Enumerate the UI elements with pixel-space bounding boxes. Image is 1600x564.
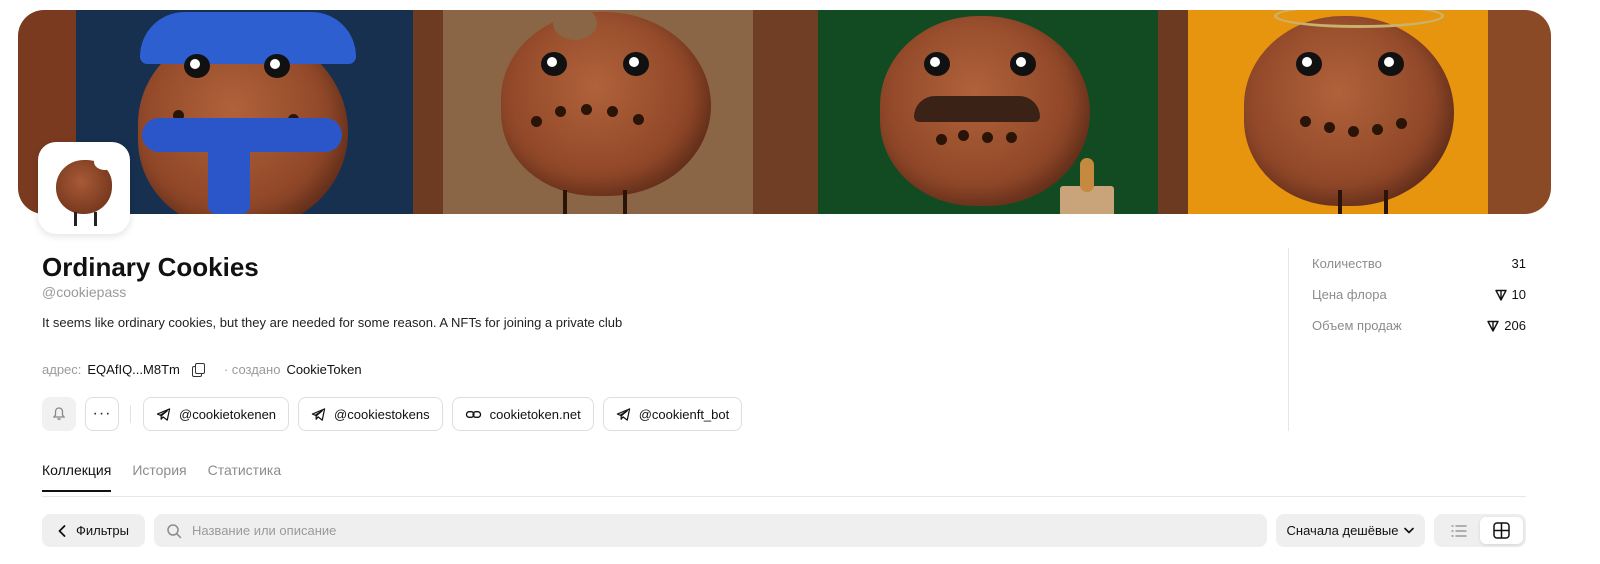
ton-icon	[1487, 320, 1499, 332]
grid-view-button[interactable]	[1480, 517, 1523, 544]
search-input[interactable]	[192, 523, 1192, 538]
collection-title: Ordinary Cookies	[42, 252, 259, 282]
cookie-character	[501, 12, 711, 196]
filters-label: Фильтры	[75, 523, 129, 538]
stat-value: 206	[1487, 318, 1526, 333]
stat-value: 31	[1511, 256, 1526, 271]
search-icon	[167, 523, 182, 538]
notify-button[interactable]	[42, 397, 76, 431]
link-button-telegram-bot[interactable]: @cookienft_bot	[602, 397, 743, 431]
list-view-button[interactable]	[1437, 517, 1480, 544]
ton-icon	[1494, 289, 1507, 301]
stat-items-count: Количество 31	[1312, 256, 1526, 271]
sort-label: Сначала дешёвые	[1286, 523, 1399, 538]
stat-value: 10	[1494, 287, 1526, 302]
collection-description: It seems like ordinary cookies, but they…	[42, 315, 623, 330]
stat-floor-price: Цена флора 10	[1312, 287, 1526, 302]
filters-button[interactable]: Фильтры	[42, 514, 145, 547]
contract-address[interactable]: EQAfIQ...M8Tm	[87, 362, 179, 377]
link-button-telegram-en[interactable]: @cookietokenen	[143, 397, 290, 431]
cookie-eye	[184, 54, 210, 78]
actions-row: ··· @cookietokenen @cookiestokens cookie…	[42, 397, 751, 431]
banner-panel-hat-cookie	[1188, 10, 1551, 214]
address-row: адрес: EQAfIQ...M8Tm · создано CookieTok…	[42, 362, 362, 377]
telegram-icon	[156, 407, 171, 421]
cookie-eye	[264, 54, 290, 78]
chevron-left-icon	[58, 524, 66, 537]
link-icon	[465, 410, 481, 418]
stat-label: Объем продаж	[1312, 318, 1402, 333]
banner-panel-mustache-cookie	[818, 10, 1188, 214]
link-label: @cookiestokens	[334, 406, 430, 422]
stat-label: Количество	[1312, 256, 1382, 271]
created-label: · создано	[223, 362, 281, 377]
chevron-down-icon	[1404, 527, 1415, 534]
cookie-character	[1244, 16, 1454, 206]
collection-avatar	[38, 142, 130, 234]
more-button[interactable]: ···	[85, 397, 119, 431]
link-button-website[interactable]: cookietoken.net	[451, 397, 594, 431]
link-label: @cookienft_bot	[638, 406, 730, 422]
list-icon	[1450, 524, 1467, 537]
banner-panel-bitten-cookie	[413, 10, 818, 214]
creator-link[interactable]: CookieToken	[286, 362, 361, 377]
tab-statistics[interactable]: Статистика	[208, 462, 282, 492]
link-label: @cookietokenen	[179, 406, 277, 422]
beanie-hat	[140, 12, 356, 64]
link-button-telegram-channel[interactable]: @cookiestokens	[298, 397, 443, 431]
bell-icon	[52, 407, 66, 420]
collection-banner	[18, 10, 1551, 214]
view-toggle	[1434, 514, 1526, 547]
telegram-icon	[616, 407, 630, 421]
address-label: адрес:	[42, 362, 82, 377]
stat-sales-volume: Объем продаж 206	[1312, 318, 1526, 333]
search-bar[interactable]	[154, 514, 1267, 547]
mustache	[914, 96, 1040, 122]
copy-icon[interactable]	[191, 363, 205, 377]
grid-icon	[1493, 522, 1510, 539]
tab-collection[interactable]: Коллекция	[42, 462, 112, 492]
divider	[130, 405, 131, 423]
telegram-icon	[311, 407, 326, 421]
tabs-divider	[42, 496, 1526, 497]
stats-divider	[1288, 248, 1289, 431]
tab-bar: Коллекция История Статистика	[42, 462, 281, 492]
sort-dropdown[interactable]: Сначала дешёвые	[1276, 514, 1425, 547]
collection-handle: @cookiepass	[42, 284, 127, 300]
tab-history[interactable]: История	[132, 462, 186, 492]
link-label: cookietoken.net	[489, 406, 581, 422]
more-icon: ···	[92, 405, 112, 422]
stat-label: Цена флора	[1312, 287, 1387, 302]
